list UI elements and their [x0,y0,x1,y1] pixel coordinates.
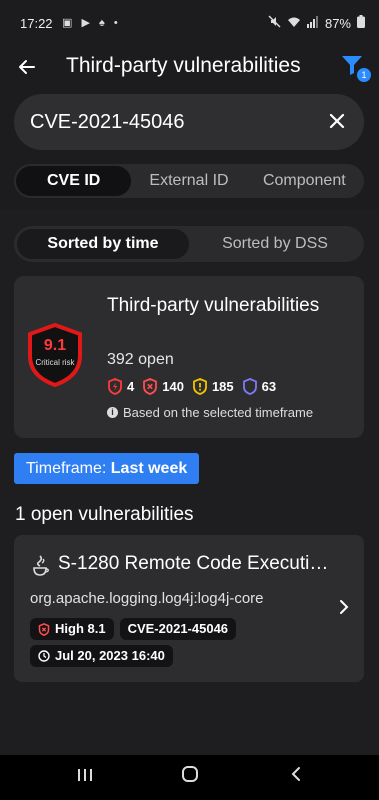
tab-component[interactable]: Component [247,166,362,196]
low-count: 63 [242,378,276,395]
critical-count: 4 [107,378,134,395]
tab-external-id[interactable]: External ID [131,166,246,196]
mute-icon [268,15,281,31]
summary-title: Third-party vulnerabilities [107,295,320,316]
sort-tabs: Sorted by time Sorted by DSS [14,226,364,262]
tab-sorted-by-dss[interactable]: Sorted by DSS [189,229,361,259]
high-shield-icon [143,378,158,395]
low-shield-icon [242,378,257,395]
notification-icons: ▣ ▶ ♠ • [62,17,121,29]
high-count: 140 [142,378,184,395]
search-area: CVE-2021-45046 CVE ID External ID Compon… [0,92,379,210]
open-count: 392 open [107,351,174,368]
cve-chip: CVE-2021-45046 [119,618,237,640]
clear-search-button[interactable] [324,108,350,134]
battery-icon [357,15,365,31]
vulnerability-package: org.apache.logging.log4j:log4j-core [30,590,264,607]
medium-count-value: 185 [211,379,234,394]
date-chip-text: Jul 20, 2023 16:40 [55,648,165,663]
system-back-button[interactable] [281,765,311,789]
summary-card[interactable]: 9.1 Critical risk Third-party vulnerabil… [14,276,364,438]
back-button[interactable] [12,52,42,82]
date-chip: Jul 20, 2023 16:40 [30,645,173,667]
timeframe-value: Last week [110,460,188,477]
page-title: Third-party vulnerabilities [66,54,301,77]
status-bar: 17:22 ▣ ▶ ♠ • 87% [0,0,379,46]
timeframe-note: i Based on the selected timeframe [107,405,313,420]
vulnerability-title: S-1280 Remote Code Execution [58,553,330,574]
timeframe-note-text: Based on the selected timeframe [123,405,314,420]
low-count-value: 63 [261,379,277,394]
risk-shield-icon [28,322,82,388]
chevron-left-icon [291,767,300,781]
java-icon [33,555,49,576]
clock-icon [38,650,50,662]
status-right: 87% [268,15,365,31]
risk-score: 9.1 [43,337,67,354]
vulnerability-card[interactable]: S-1280 Remote Code Execution org.apache.… [14,535,364,682]
high-count-value: 140 [162,379,184,394]
arrow-left-icon [19,60,35,74]
risk-label: Critical risk [35,358,75,367]
medium-shield-icon [193,378,207,395]
recent-apps-button[interactable] [70,765,100,789]
timeframe-button[interactable]: Timeframe: Last week [14,453,200,484]
severity-chip: High 8.1 [30,618,114,640]
vulnerability-chips: High 8.1 CVE-2021-45046 [30,618,237,640]
chevron-right-icon [336,597,352,617]
critical-shield-icon [108,378,122,395]
timeframe-label: Timeframe: [26,460,107,477]
search-field[interactable]: CVE-2021-45046 [14,94,364,150]
cve-chip-text: CVE-2021-45046 [127,621,229,636]
medium-count: 185 [192,378,234,395]
results-heading: 1 open vulnerabilities [15,504,194,525]
filter-count-badge: 1 [357,68,371,82]
app-bar: Third-party vulnerabilities 1 [0,46,379,92]
home-button[interactable] [175,765,205,789]
home-icon [182,766,198,782]
severity-counts: 4 140 185 63 [107,378,276,395]
system-nav-bar [0,755,379,800]
recent-apps-icon [78,769,92,781]
signal-icon [306,15,319,31]
tab-cve-id[interactable]: CVE ID [16,166,132,196]
wifi-icon [287,16,301,31]
filter-button[interactable]: 1 [339,52,371,82]
vulnerability-date-row: Jul 20, 2023 16:40 [30,645,173,667]
severity-chip-text: High 8.1 [55,621,106,636]
battery-percent: 87% [324,15,351,31]
high-shield-icon [38,622,50,636]
tab-sorted-by-time[interactable]: Sorted by time [17,229,189,259]
status-time: 17:22 [20,16,53,31]
close-icon [329,113,345,129]
critical-count-value: 4 [127,379,135,394]
search-input[interactable]: CVE-2021-45046 [30,111,185,134]
info-icon: i [107,407,118,418]
search-type-tabs: CVE ID External ID Component [14,164,364,198]
